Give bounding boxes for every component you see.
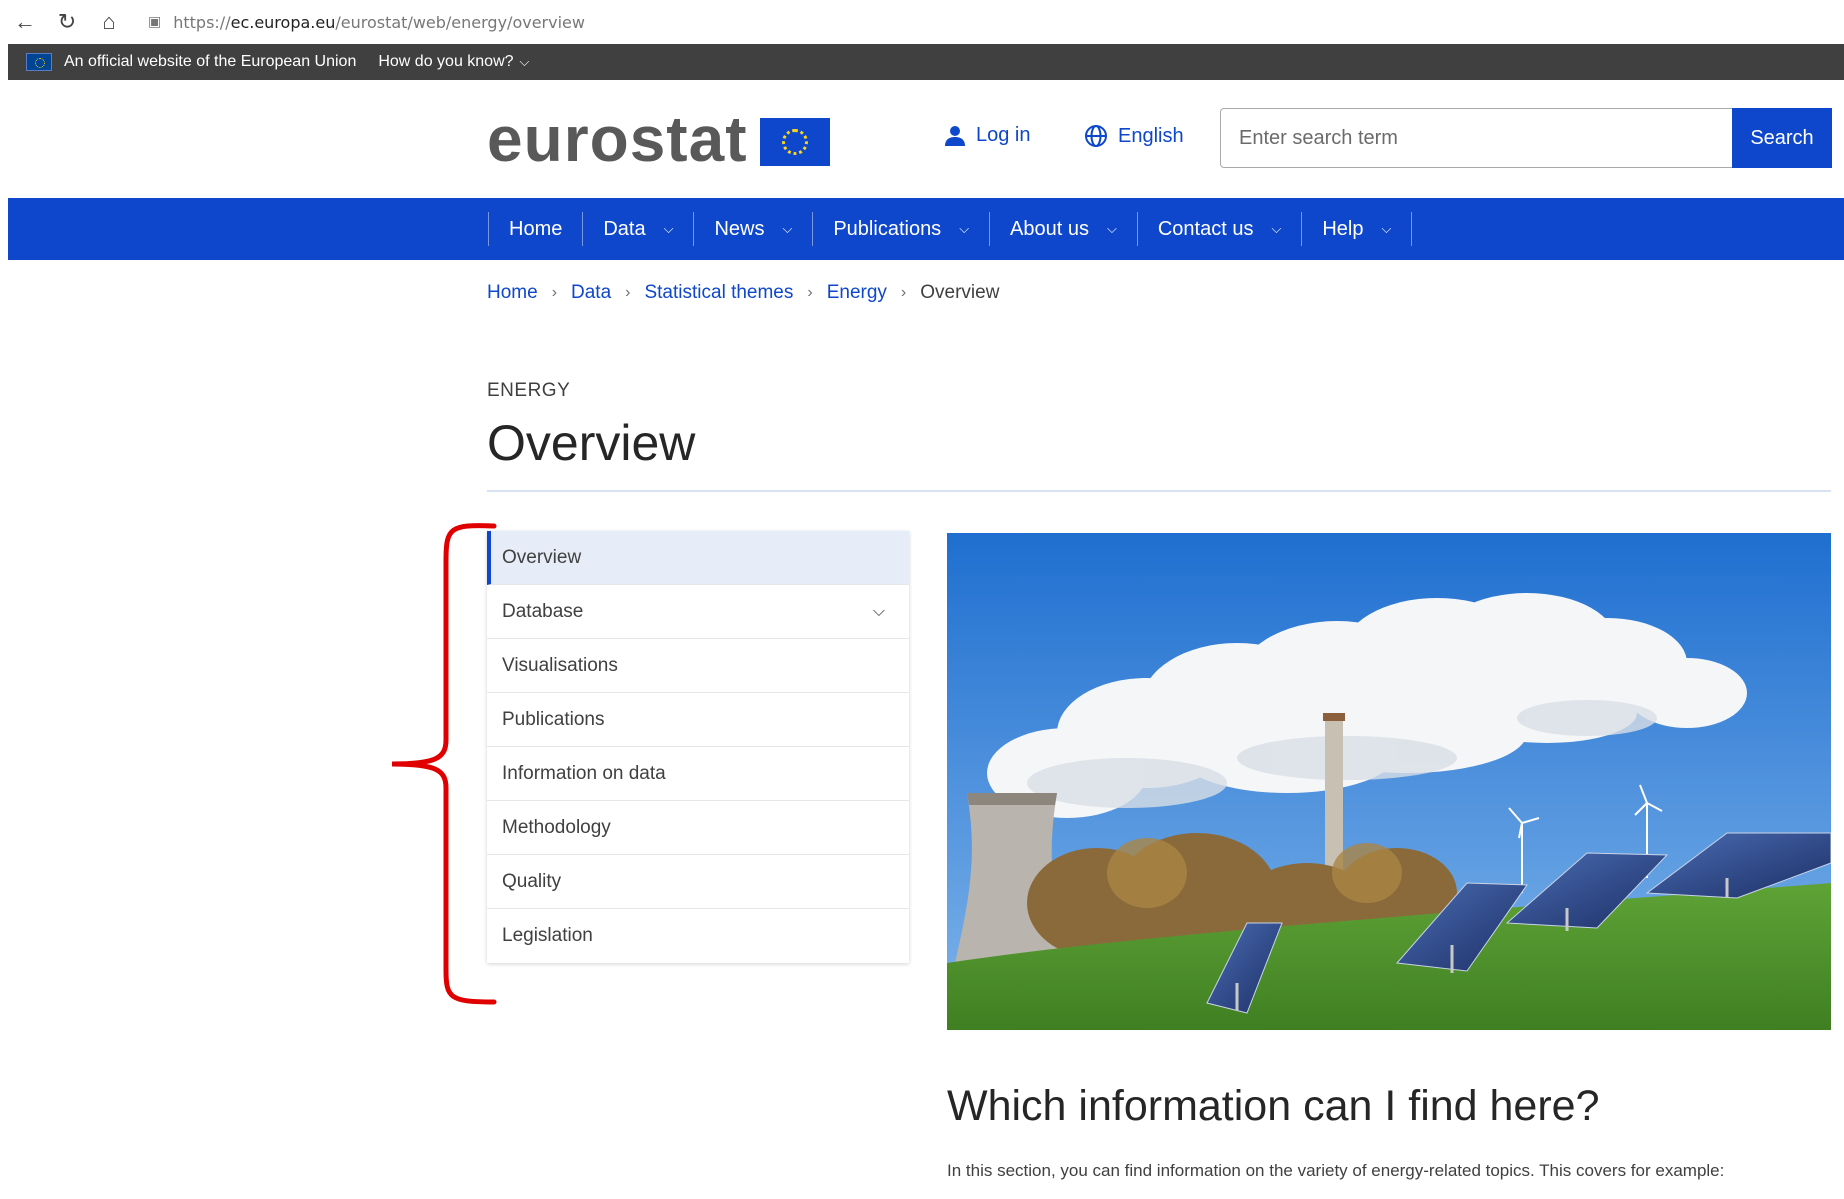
chevron-right-icon: ›	[807, 284, 813, 301]
red-bracket-annotation	[391, 523, 497, 1005]
eurostat-logo[interactable]: eurostat	[487, 102, 830, 176]
side-nav-publications[interactable]: Publications	[487, 693, 909, 747]
logo-text: eurostat	[487, 103, 748, 175]
nav-item-news[interactable]: News ⌵	[694, 212, 814, 246]
nav-item-help[interactable]: Help ⌵	[1302, 212, 1413, 246]
login-link[interactable]: Log in	[944, 124, 1031, 147]
section-intro-text: In this section, you can find informatio…	[947, 1161, 1725, 1180]
chevron-down-icon: ⌵	[782, 221, 793, 236]
how-do-you-know-toggle[interactable]: How do you know? ⌵	[378, 53, 529, 71]
chevron-right-icon: ›	[625, 284, 631, 301]
hero-image	[947, 533, 1831, 1030]
title-divider	[487, 490, 1831, 492]
breadcrumb-energy[interactable]: Energy	[827, 282, 887, 304]
chevron-down-icon[interactable]: ⌵	[873, 603, 885, 621]
chevron-down-icon: ⌵	[663, 221, 674, 236]
nav-item-home[interactable]: Home	[489, 212, 584, 246]
url-path: /eurostat/web/energy/overview	[335, 12, 585, 32]
site-header: eurostat Log in English Search	[0, 80, 1844, 198]
globe-icon	[1085, 125, 1107, 147]
side-nav-visualisations[interactable]: Visualisations	[487, 639, 909, 693]
side-nav-legislation[interactable]: Legislation	[487, 909, 909, 963]
side-nav-overview[interactable]: Overview	[487, 531, 909, 585]
chevron-down-icon: ⌵	[1271, 221, 1282, 236]
breadcrumb-home[interactable]: Home	[487, 282, 538, 304]
refresh-icon[interactable]: ↻	[50, 5, 84, 39]
how-do-you-know-label: How do you know?	[378, 53, 514, 70]
nav-item-contact-us[interactable]: Contact us ⌵	[1138, 212, 1303, 246]
home-icon[interactable]: ⌂	[92, 5, 126, 39]
search-button[interactable]: Search	[1732, 108, 1832, 168]
breadcrumb: Home › Data › Statistical themes › Energ…	[487, 282, 999, 304]
eu-flag-icon	[26, 53, 52, 71]
side-nav-information-on-data[interactable]: Information on data	[487, 747, 909, 801]
breadcrumb-data[interactable]: Data	[571, 282, 611, 304]
page-kicker: ENERGY	[487, 380, 571, 401]
search-input[interactable]	[1221, 109, 1732, 167]
section-heading: Which information can I find here?	[947, 1082, 1600, 1130]
energy-landscape-image	[947, 533, 1831, 1030]
side-nav-quality[interactable]: Quality	[487, 855, 909, 909]
back-arrow-icon[interactable]: ←	[8, 5, 42, 39]
chevron-down-icon: ⌵	[959, 221, 970, 236]
chevron-right-icon: ›	[900, 284, 907, 301]
eu-banner-text: An official website of the European Unio…	[64, 53, 357, 70]
main-navigation: Home Data ⌵ News ⌵ Publications ⌵ About us ⌵…	[8, 198, 1844, 260]
url-domain: ec.europa.eu	[230, 12, 336, 32]
nav-item-publications[interactable]: Publications ⌵	[813, 212, 991, 246]
user-icon	[945, 125, 965, 146]
page-title: Overview	[487, 415, 696, 471]
side-nav-database[interactable]: Database ⌵	[487, 585, 909, 639]
address-bar[interactable]: ▣ https://ec.europa.eu/eurostat/web/ener…	[148, 13, 585, 32]
login-label: Log in	[976, 124, 1031, 146]
url-prefix: https://	[173, 12, 231, 32]
search-form: Search	[1220, 108, 1832, 168]
section-side-nav: Overview Database ⌵ Visualisations Public…	[487, 531, 909, 963]
chevron-down-icon: ⌵	[1107, 221, 1117, 236]
chevron-right-icon: ›	[551, 284, 558, 301]
chevron-down-icon: ⌵	[519, 54, 530, 69]
eu-flag-icon	[759, 118, 830, 166]
side-nav-methodology[interactable]: Methodology	[487, 801, 909, 855]
breadcrumb-current: Overview	[920, 282, 1000, 303]
nav-item-data[interactable]: Data ⌵	[583, 212, 695, 246]
lock-icon: ▣	[148, 14, 162, 30]
eu-official-banner: An official website of the European Unio…	[8, 44, 1844, 80]
language-selector[interactable]: English	[1084, 124, 1184, 148]
language-label: English	[1118, 124, 1184, 147]
nav-item-about-us[interactable]: About us ⌵	[990, 212, 1138, 246]
chevron-down-icon: ⌵	[1381, 221, 1392, 236]
browser-toolbar: ← ↻ ⌂ ▣ https://ec.europa.eu/eurostat/we…	[0, 0, 1844, 44]
breadcrumb-statistical-themes[interactable]: Statistical themes	[644, 282, 793, 304]
